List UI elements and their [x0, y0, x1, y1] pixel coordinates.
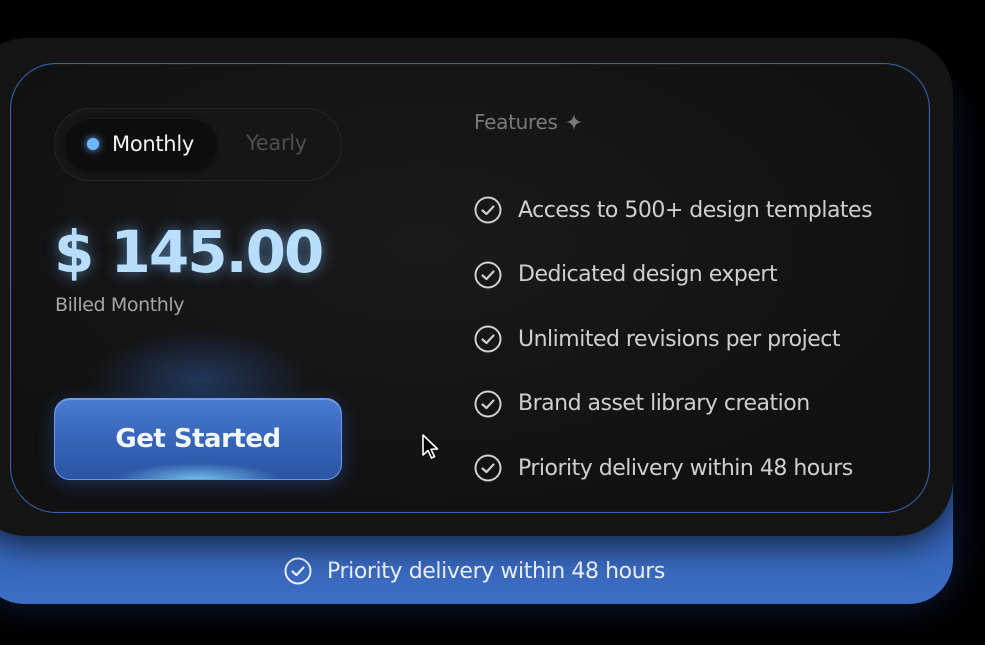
check-circle-icon: [284, 557, 312, 585]
active-indicator-dot: [87, 138, 99, 150]
toggle-option-monthly[interactable]: Monthly: [65, 118, 217, 170]
mouse-cursor-icon: [422, 434, 439, 459]
feature-label: Unlimited revisions per project: [518, 326, 841, 352]
tray-feature-label: Priority delivery within 48 hours: [327, 558, 665, 584]
check-circle-icon: [474, 325, 502, 353]
check-circle-icon: [474, 390, 502, 418]
feature-label: Access to 500+ design templates: [518, 197, 873, 223]
billing-note: Billed Monthly: [55, 294, 185, 316]
price-amount: $ 145.00: [54, 218, 324, 286]
feature-item: Priority delivery within 48 hours: [473, 436, 872, 501]
feature-item: Unlimited revisions per project: [473, 307, 872, 372]
toggle-option-yearly[interactable]: Yearly: [246, 131, 307, 155]
features-title: Features: [474, 110, 558, 134]
feature-item: Brand asset library creation: [473, 372, 872, 437]
get-started-label: Get Started: [115, 424, 281, 454]
feature-label: Priority delivery within 48 hours: [518, 455, 853, 481]
toggle-label-monthly: Monthly: [112, 132, 194, 156]
feature-item: Access to 500+ design templates: [473, 178, 873, 243]
get-started-button[interactable]: Get Started: [54, 398, 342, 480]
feature-label: Brand asset library creation: [518, 391, 810, 417]
billing-toggle[interactable]: Monthly Yearly: [54, 108, 342, 181]
check-circle-icon: [474, 454, 502, 482]
check-circle-icon: [474, 196, 502, 224]
features-heading: Features: [474, 110, 582, 134]
sparkle-icon: [565, 114, 582, 130]
check-circle-icon: [474, 261, 502, 289]
feature-item: Dedicated design expert: [473, 243, 872, 308]
feature-list: Access to 500+ design templates Dedicate…: [473, 178, 873, 501]
feature-label: Dedicated design expert: [518, 262, 778, 288]
tray-feature-item: Priority delivery within 48 hours: [283, 556, 665, 586]
